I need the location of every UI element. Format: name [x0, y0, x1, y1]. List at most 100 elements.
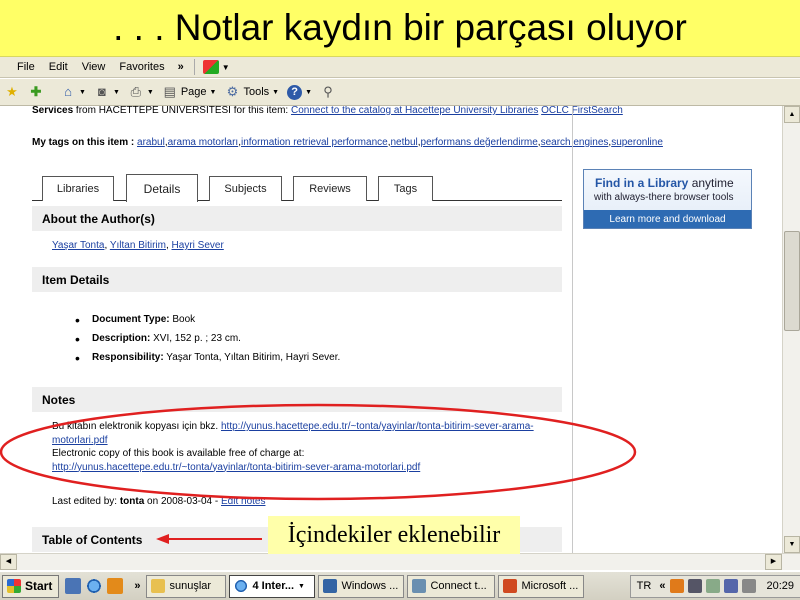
windows-flag-icon[interactable]	[202, 60, 219, 74]
task-internet-explorer[interactable]: 4 Inter... ▼	[229, 574, 316, 598]
notes-line2-text: Electronic copy of this book is availabl…	[52, 448, 305, 459]
tab-details[interactable]: Details	[126, 174, 198, 202]
find-in-library-ad[interactable]: Find in a Library anytime with always-th…	[583, 169, 752, 229]
add-favorite-icon: ✚	[30, 84, 42, 99]
tab-subjects[interactable]: Subjects	[209, 176, 282, 201]
home-button[interactable]: ⌂ ▼	[60, 84, 86, 100]
page-menu-button[interactable]: ▤ Page ▼	[162, 84, 217, 100]
tag-link[interactable]: arabul	[137, 137, 165, 148]
favorites-star-button[interactable]: ★	[4, 84, 20, 100]
tag-link[interactable]: superonline	[611, 137, 663, 148]
scroll-thumb[interactable]	[784, 231, 800, 331]
detail-value: XVI, 152 p. ; 23 cm.	[150, 333, 241, 344]
tag-link[interactable]: performans değerlendirme	[421, 137, 538, 148]
author-link[interactable]: Hayri Sever	[172, 240, 224, 251]
detail-label: Description:	[92, 333, 151, 344]
tray-display-icon[interactable]	[688, 579, 703, 593]
about-author-heading: About the Author(s)	[32, 206, 562, 231]
start-button[interactable]: Start	[2, 574, 60, 598]
chevron-down-icon[interactable]: ▼	[113, 89, 120, 96]
catalog-link[interactable]: Connect to the catalog at Hacettepe Univ…	[291, 106, 538, 116]
task-windows[interactable]: Windows ...	[318, 574, 405, 598]
print-button[interactable]: ⎙ ▼	[128, 84, 154, 100]
tools-menu-button[interactable]: ⚙ Tools ▼	[224, 84, 279, 100]
task-connect[interactable]: Connect t...	[407, 574, 496, 598]
vertical-scrollbar[interactable]: ▲ ▼	[782, 106, 800, 553]
chevron-down-icon: ▼	[298, 582, 305, 590]
tray-network-icon[interactable]	[724, 579, 739, 593]
last-edited-line: Last edited by: tonta on 2008-03-04 - Ed…	[52, 496, 265, 507]
chevron-down-icon[interactable]: ▼	[147, 89, 154, 96]
list-item: Description: XVI, 152 p. ; 23 cm.	[75, 332, 340, 351]
tag-link[interactable]: search engines	[541, 137, 609, 148]
menu-file[interactable]: File	[10, 61, 42, 73]
tag-link[interactable]: information retrieval performance	[241, 137, 388, 148]
edit-notes-link[interactable]: Edit notes	[221, 496, 265, 507]
detail-label: Document Type:	[92, 314, 170, 325]
tag-link[interactable]: netbul	[390, 137, 417, 148]
task-label: Microsoft ...	[521, 580, 579, 592]
menubar-separator	[193, 59, 195, 75]
chevron-down-icon[interactable]: ▼	[79, 89, 86, 96]
research-icon: ⚲	[323, 84, 333, 99]
scroll-down-icon[interactable]: ▼	[784, 536, 800, 553]
task-sunuslar[interactable]: sunuşlar	[146, 574, 227, 598]
chevron-down-icon[interactable]: ▼	[222, 63, 230, 72]
notes-pdf-link-2[interactable]: http://yunus.hacettepe.edu.tr/~tonta/yay…	[52, 462, 420, 473]
firstsearch-link[interactable]: OCLC FirstSearch	[541, 106, 623, 116]
menu-favorites[interactable]: Favorites	[112, 61, 171, 73]
menu-edit[interactable]: Edit	[42, 61, 75, 73]
horizontal-scrollbar[interactable]: ◀ ▶	[0, 553, 800, 570]
tab-tags[interactable]: Tags	[378, 176, 433, 201]
chevron-down-icon[interactable]: ▼	[272, 89, 279, 96]
menu-view[interactable]: View	[75, 61, 113, 73]
tag-link[interactable]: arama motorları	[168, 137, 239, 148]
task-microsoft[interactable]: Microsoft ...	[498, 574, 585, 598]
author-link[interactable]: Yıltan Bitirim	[110, 240, 166, 251]
toc-callout: İçindekiler eklenebilir	[268, 516, 520, 554]
ad-title-bold: Find in a Library	[595, 176, 689, 190]
last-edited-user: tonta	[119, 496, 145, 507]
media-player-icon[interactable]	[107, 578, 124, 594]
item-details-heading: Item Details	[32, 267, 562, 292]
add-favorite-button[interactable]: ✚	[28, 84, 44, 100]
volume-icon[interactable]	[742, 579, 757, 593]
detail-value: Book	[169, 314, 196, 325]
tray-expand-icon[interactable]: «	[659, 580, 665, 592]
network-icon	[412, 579, 427, 593]
clock[interactable]: 20:29	[766, 580, 794, 592]
tab-libraries[interactable]: Libraries	[42, 176, 114, 201]
scroll-up-icon[interactable]: ▲	[784, 106, 800, 123]
chevron-down-icon[interactable]: ▼	[305, 89, 312, 96]
rss-feed-icon: ◙	[98, 84, 106, 99]
internet-explorer-icon	[234, 579, 249, 593]
tray-app-icon[interactable]	[670, 579, 685, 593]
detail-value: Yaşar Tonta, Yıltan Bitirim, Hayri Sever…	[163, 352, 341, 363]
quick-launch-chevron-icon[interactable]: »	[134, 580, 140, 592]
author-link[interactable]: Yaşar Tonta	[52, 240, 104, 251]
folder-icon	[151, 579, 166, 593]
notes-body: Bu kitabın elektronik kopyası için bkz. …	[52, 420, 552, 474]
last-edited-prefix: Last edited by:	[52, 496, 120, 507]
ad-title: Find in a Library anytime	[595, 176, 734, 190]
notes-line1-text: Bu kitabın elektronik kopyası için bkz.	[52, 421, 221, 432]
feeds-button[interactable]: ◙ ▼	[94, 84, 120, 100]
gear-icon: ⚙	[226, 84, 239, 99]
chevron-down-icon[interactable]: ▼	[210, 89, 217, 96]
scroll-left-icon[interactable]: ◀	[0, 554, 17, 570]
tray-hardware-icon[interactable]	[706, 579, 721, 593]
quick-launch	[65, 578, 128, 594]
internet-explorer-icon[interactable]	[86, 578, 103, 594]
list-item: Responsibility: Yaşar Tonta, Yıltan Biti…	[75, 351, 340, 370]
research-button[interactable]: ⚲	[320, 84, 336, 100]
language-indicator[interactable]: TR	[637, 580, 652, 592]
scroll-right-icon[interactable]: ▶	[765, 554, 782, 570]
menu-overflow-chevron-icon[interactable]: »	[172, 61, 190, 73]
task-label: sunuşlar	[169, 580, 212, 592]
tab-reviews[interactable]: Reviews	[293, 176, 367, 201]
item-details-list: Document Type: Book Description: XVI, 15…	[75, 313, 340, 370]
browser-menubar: File Edit View Favorites » ▼	[0, 57, 800, 78]
help-button[interactable]: ? ▼	[287, 84, 312, 100]
show-desktop-icon[interactable]	[65, 578, 82, 594]
learn-more-button[interactable]: Learn more and download	[584, 210, 751, 228]
